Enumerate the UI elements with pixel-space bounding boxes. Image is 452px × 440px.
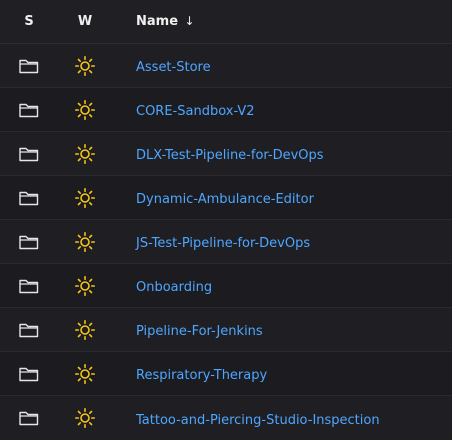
folder-icon xyxy=(0,88,58,131)
table-row: Tattoo-and-Piercing-Studio-Inspection xyxy=(0,396,452,440)
sun-icon xyxy=(58,352,112,395)
column-header-status-label: S xyxy=(24,14,34,29)
column-header-name-label: Name xyxy=(136,14,179,29)
sun-icon xyxy=(58,176,112,219)
table-row: DLX-Test-Pipeline-for-DevOps xyxy=(0,132,452,176)
sun-icon xyxy=(58,88,112,131)
folder-icon xyxy=(0,264,58,307)
column-header-weather[interactable]: W xyxy=(58,14,112,29)
sun-icon xyxy=(58,132,112,175)
table-row: Pipeline-For-Jenkins xyxy=(0,308,452,352)
sun-icon xyxy=(58,44,112,87)
folder-icon xyxy=(0,220,58,263)
table-row: Onboarding xyxy=(0,264,452,308)
sort-descending-icon: ↓ xyxy=(184,14,195,28)
folder-icon xyxy=(0,176,58,219)
folder-icon xyxy=(0,308,58,351)
folder-icon xyxy=(0,352,58,395)
job-link[interactable]: DLX-Test-Pipeline-for-DevOps xyxy=(136,148,324,163)
table-row: Dynamic-Ambulance-Editor xyxy=(0,176,452,220)
column-header-name[interactable]: Name ↓ xyxy=(112,14,452,29)
folder-icon xyxy=(0,396,58,440)
folder-icon xyxy=(0,44,58,87)
sun-icon xyxy=(58,396,112,440)
job-link[interactable]: Asset-Store xyxy=(136,60,211,75)
column-header-weather-label: W xyxy=(77,14,93,29)
column-header-status[interactable]: S xyxy=(0,14,58,29)
table-header: S W Name ↓ xyxy=(0,0,452,44)
job-link[interactable]: Respiratory-Therapy xyxy=(136,368,267,383)
table-row: Asset-Store xyxy=(0,44,452,88)
job-link[interactable]: Onboarding xyxy=(136,280,212,295)
table-body: Asset-Store CORE-Sandbox-V2 DLX-Test-Pip… xyxy=(0,44,452,440)
job-link[interactable]: Dynamic-Ambulance-Editor xyxy=(136,192,314,207)
sun-icon xyxy=(58,220,112,263)
jobs-table: S W Name ↓ Asset-Store CORE-Sandbox-V2 D… xyxy=(0,0,452,440)
job-link[interactable]: CORE-Sandbox-V2 xyxy=(136,104,255,119)
table-row: Respiratory-Therapy xyxy=(0,352,452,396)
table-row: JS-Test-Pipeline-for-DevOps xyxy=(0,220,452,264)
job-link[interactable]: Pipeline-For-Jenkins xyxy=(136,324,263,339)
folder-icon xyxy=(0,132,58,175)
job-link[interactable]: JS-Test-Pipeline-for-DevOps xyxy=(136,236,310,251)
table-row: CORE-Sandbox-V2 xyxy=(0,88,452,132)
sun-icon xyxy=(58,264,112,307)
job-link[interactable]: Tattoo-and-Piercing-Studio-Inspection xyxy=(136,413,380,428)
sun-icon xyxy=(58,308,112,351)
